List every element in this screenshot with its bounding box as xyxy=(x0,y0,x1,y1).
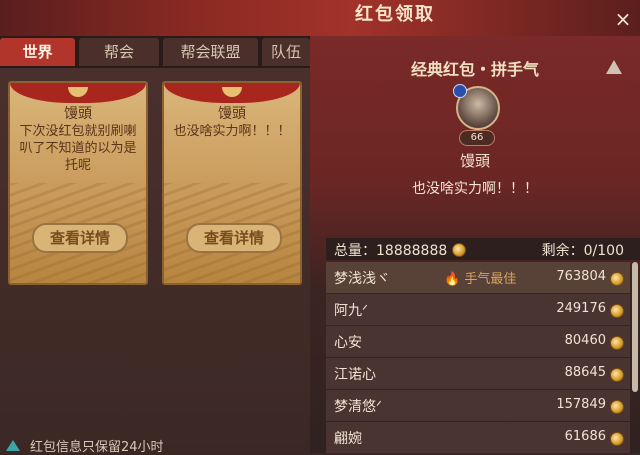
totals-bar: 总量：18888888 剩余：0/100 xyxy=(326,238,640,260)
recipient-amount: 249176 xyxy=(556,301,606,316)
coin-icon xyxy=(610,368,624,382)
card-message: 下次没红包就别刷喇叭了不知道的以为是托呢 xyxy=(19,124,137,173)
tab-guild[interactable]: 帮会 xyxy=(79,38,159,66)
report-warning-icon[interactable] xyxy=(606,60,622,74)
best-luck-badge: 🔥 手气最佳 xyxy=(444,272,517,287)
tab-world[interactable]: 世界 xyxy=(0,38,75,66)
coin-icon xyxy=(451,243,466,257)
recipient-name: 江诺心 xyxy=(334,367,376,383)
recipient-amount: 157849 xyxy=(556,397,606,412)
retention-notice-text: 红包信息只保留24小时 xyxy=(30,440,164,455)
view-details-button[interactable]: 查看详情 xyxy=(32,223,128,253)
info-icon xyxy=(6,440,20,451)
envelope-type-title: 经典红包・拼手气 xyxy=(410,60,539,79)
sender-name: 馒頭 xyxy=(459,152,490,170)
red-envelope-card[interactable]: 馒頭 也没啥实力啊！！！ 查看详情 xyxy=(162,81,302,285)
best-luck-label: 手气最佳 xyxy=(464,272,517,287)
list-item: 江诺心 88645 xyxy=(326,358,630,389)
coin-icon xyxy=(610,304,624,318)
channel-tabs: 世界 帮会 帮会联盟 队伍 xyxy=(0,36,310,68)
coin-icon xyxy=(610,400,624,414)
recipient-amount: 61686 xyxy=(564,429,606,444)
recipient-amount: 88645 xyxy=(564,365,606,380)
recipient-amount: 80460 xyxy=(564,333,606,348)
remaining-label: 剩余： xyxy=(541,243,584,259)
total-label: 总量： xyxy=(334,243,376,259)
remaining-value: 0/100 xyxy=(583,243,624,259)
class-badge-icon xyxy=(453,84,467,98)
card-sender-name: 馒頭 xyxy=(64,106,92,122)
coin-icon xyxy=(610,272,624,286)
sender-message: 也没啥实力啊！！！ xyxy=(412,181,538,197)
red-envelope-card[interactable]: 馒頭 下次没红包就别刷喇叭了不知道的以为是托呢 查看详情 xyxy=(8,81,148,285)
list-item: 翩婉 61686 xyxy=(326,422,630,453)
tab-guild-alliance[interactable]: 帮会联盟 xyxy=(163,38,258,66)
recipient-amount: 763804 xyxy=(556,269,606,284)
list-item: 梦清悠ᐟ 157849 xyxy=(326,390,630,421)
recipient-name: 阿九ᐟ xyxy=(334,303,368,319)
list-item: 心安 80460 xyxy=(326,326,630,357)
recipient-name: 翩婉 xyxy=(334,431,362,447)
card-sender-name: 馒頭 xyxy=(218,106,246,122)
recipient-name: 梦清悠ᐟ xyxy=(334,399,382,415)
recipient-list[interactable]: 梦浅浅ヾ 🔥 手气最佳 763804 阿九ᐟ 249176 心安 80460 江… xyxy=(326,262,630,453)
red-envelope-detail: 经典红包・拼手气 66 馒頭 也没啥实力啊！！！ 总量：18888888 剩余：… xyxy=(310,36,640,453)
scrollbar[interactable] xyxy=(632,262,638,392)
list-item: 梦浅浅ヾ 🔥 手气最佳 763804 xyxy=(326,262,630,293)
recipient-name: 心安 xyxy=(334,335,362,351)
coin-icon xyxy=(610,336,624,350)
level-badge: 66 xyxy=(459,130,495,146)
card-message: 也没啥实力啊！！！ xyxy=(173,124,291,139)
total-value: 18888888 xyxy=(376,243,448,259)
coin-icon xyxy=(610,432,624,446)
top-banner: 红包领取 × xyxy=(0,0,640,36)
remaining-count: 剩余：0/100 xyxy=(542,240,624,260)
tab-team[interactable]: 队伍 xyxy=(262,38,310,66)
total-amount: 总量：18888888 xyxy=(334,240,466,260)
close-button[interactable]: × xyxy=(612,8,634,30)
recipient-name: 梦浅浅ヾ xyxy=(334,271,390,287)
retention-notice: 红包信息只保留24小时 xyxy=(0,436,310,455)
view-details-button[interactable]: 查看详情 xyxy=(186,223,282,253)
list-item: 阿九ᐟ 249176 xyxy=(326,294,630,325)
window-title: 红包领取 xyxy=(355,4,435,25)
